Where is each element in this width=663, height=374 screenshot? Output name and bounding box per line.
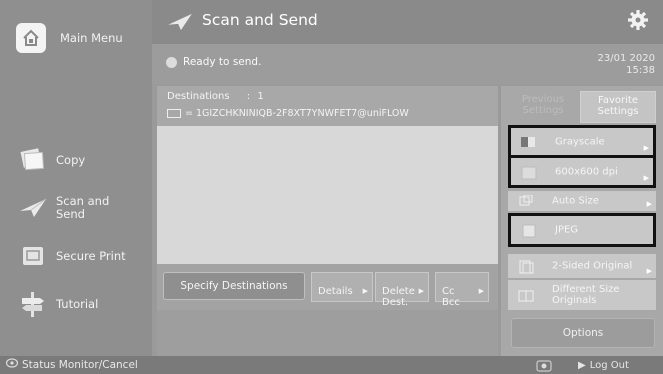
destination-entry[interactable]: = 1GIZCHKNINIQB-2F8XT7YNWFET7@uniFLOW (167, 108, 409, 119)
cc-bcc-button[interactable]: Cc Bcc ▶ (435, 272, 489, 308)
main-menu-button[interactable]: Main Menu (0, 14, 152, 62)
options-button[interactable]: Options (511, 318, 655, 348)
chevron-right-icon: ▶ (646, 200, 652, 208)
destinations-count: 1 (257, 91, 264, 102)
setting-label: 600x600 dpi (555, 166, 618, 177)
datetime: 23/01 2020 15:38 (598, 53, 655, 77)
chevron-right-icon: ▶ (643, 144, 649, 152)
setting-label: Auto Size (552, 195, 599, 207)
page-title: Scan and Send (202, 11, 318, 29)
sidebar-item-label: Secure Print (56, 248, 126, 263)
setting-label: Grayscale (555, 136, 605, 147)
date-text: 23/01 2020 (597, 53, 655, 64)
delete-dest-button[interactable]: Delete Dest. ▶ (375, 272, 429, 308)
tutorial-icon (12, 286, 54, 322)
id-card-button[interactable] (536, 360, 552, 374)
status-text: Ready to send. (183, 56, 262, 68)
color-mode-setting[interactable]: Grayscale ▶ (508, 125, 656, 158)
logout-button[interactable]: ▶ Log Out (578, 360, 629, 371)
header: Scan and Send (152, 0, 663, 44)
sidebar-item-scan-and-send[interactable]: Scan and Send (0, 184, 152, 232)
destination-list[interactable] (157, 126, 498, 264)
destinations-heading: Destinations : 1 (167, 91, 264, 102)
auto-size-setting[interactable]: Auto Size ▶ (508, 191, 656, 211)
chevron-right-icon: ▶ (643, 174, 649, 182)
destinations-separator: : (246, 91, 251, 102)
lower-panel (157, 310, 498, 356)
status-monitor-icon (5, 358, 19, 371)
status-monitor-button[interactable]: Status Monitor/Cancel (5, 358, 138, 371)
sidebar-item-copy[interactable]: Copy (0, 136, 152, 184)
email-icon (167, 109, 181, 118)
cc-bcc-label: Cc Bcc (442, 286, 460, 308)
logout-label: Log Out (589, 360, 629, 371)
different-size-icon (518, 289, 534, 302)
id-card-icon (536, 360, 552, 374)
sidebar-item-label: Tutorial (56, 296, 99, 311)
sidebar-item-tutorial[interactable]: Tutorial (0, 280, 152, 328)
resolution-setting[interactable]: 600x600 dpi ▶ (508, 155, 656, 188)
copy-icon (12, 142, 54, 178)
scan-send-icon (12, 190, 54, 226)
color-mode-icon (521, 136, 537, 148)
setting-label: Different Size Originals (552, 284, 620, 306)
auto-size-icon (518, 194, 534, 207)
chevron-right-icon: ▶ (646, 267, 652, 275)
gear-icon[interactable] (627, 9, 649, 35)
setting-label: JPEG (555, 224, 579, 236)
sidebar-item-label: Scan and Send (56, 194, 110, 221)
destinations-header: Destinations : 1 = 1GIZCHKNINIQB-2F8XT7Y… (157, 86, 498, 126)
two-sided-icon (518, 260, 534, 274)
chevron-right-icon: ▶ (418, 287, 424, 295)
chevron-right-icon: ▶ (362, 287, 368, 295)
tab-favorite-settings[interactable]: Favorite Settings (580, 91, 656, 123)
home-icon (16, 23, 46, 53)
status-message: Ready to send. (166, 56, 261, 68)
sidebar-item-secure-print[interactable]: Secure Print (0, 232, 152, 280)
scan-send-icon (166, 12, 194, 36)
details-label: Details (318, 286, 353, 297)
sidebar-item-label: Copy (56, 152, 86, 167)
tab-previous-settings[interactable]: Previous Settings (508, 91, 578, 123)
destinations-label: Destinations (167, 91, 230, 102)
status-monitor-label: Status Monitor/Cancel (22, 358, 138, 371)
resolution-icon (521, 166, 537, 179)
details-button[interactable]: Details ▶ (311, 272, 373, 302)
destination-address: = 1GIZCHKNINIQB-2F8XT7YNWFET7@uniFLOW (185, 108, 409, 119)
specify-destinations-button[interactable]: Specify Destinations (163, 272, 305, 300)
two-sided-setting[interactable]: 2-Sided Original ▶ (508, 254, 656, 278)
file-format-icon (521, 224, 537, 238)
secure-print-icon (12, 238, 54, 274)
logout-icon: ▶ (578, 360, 586, 371)
status-infobar: Ready to send. 23/01 2020 15:38 (152, 44, 663, 84)
different-size-setting[interactable]: Different Size Originals (508, 280, 656, 310)
setting-label: 2-Sided Original (552, 260, 633, 272)
status-indicator-icon (166, 56, 177, 68)
file-format-setting[interactable]: JPEG (508, 213, 656, 247)
chevron-right-icon: ▶ (478, 287, 484, 295)
main-menu-label: Main Menu (60, 30, 123, 45)
time-text: 15:38 (626, 65, 655, 76)
